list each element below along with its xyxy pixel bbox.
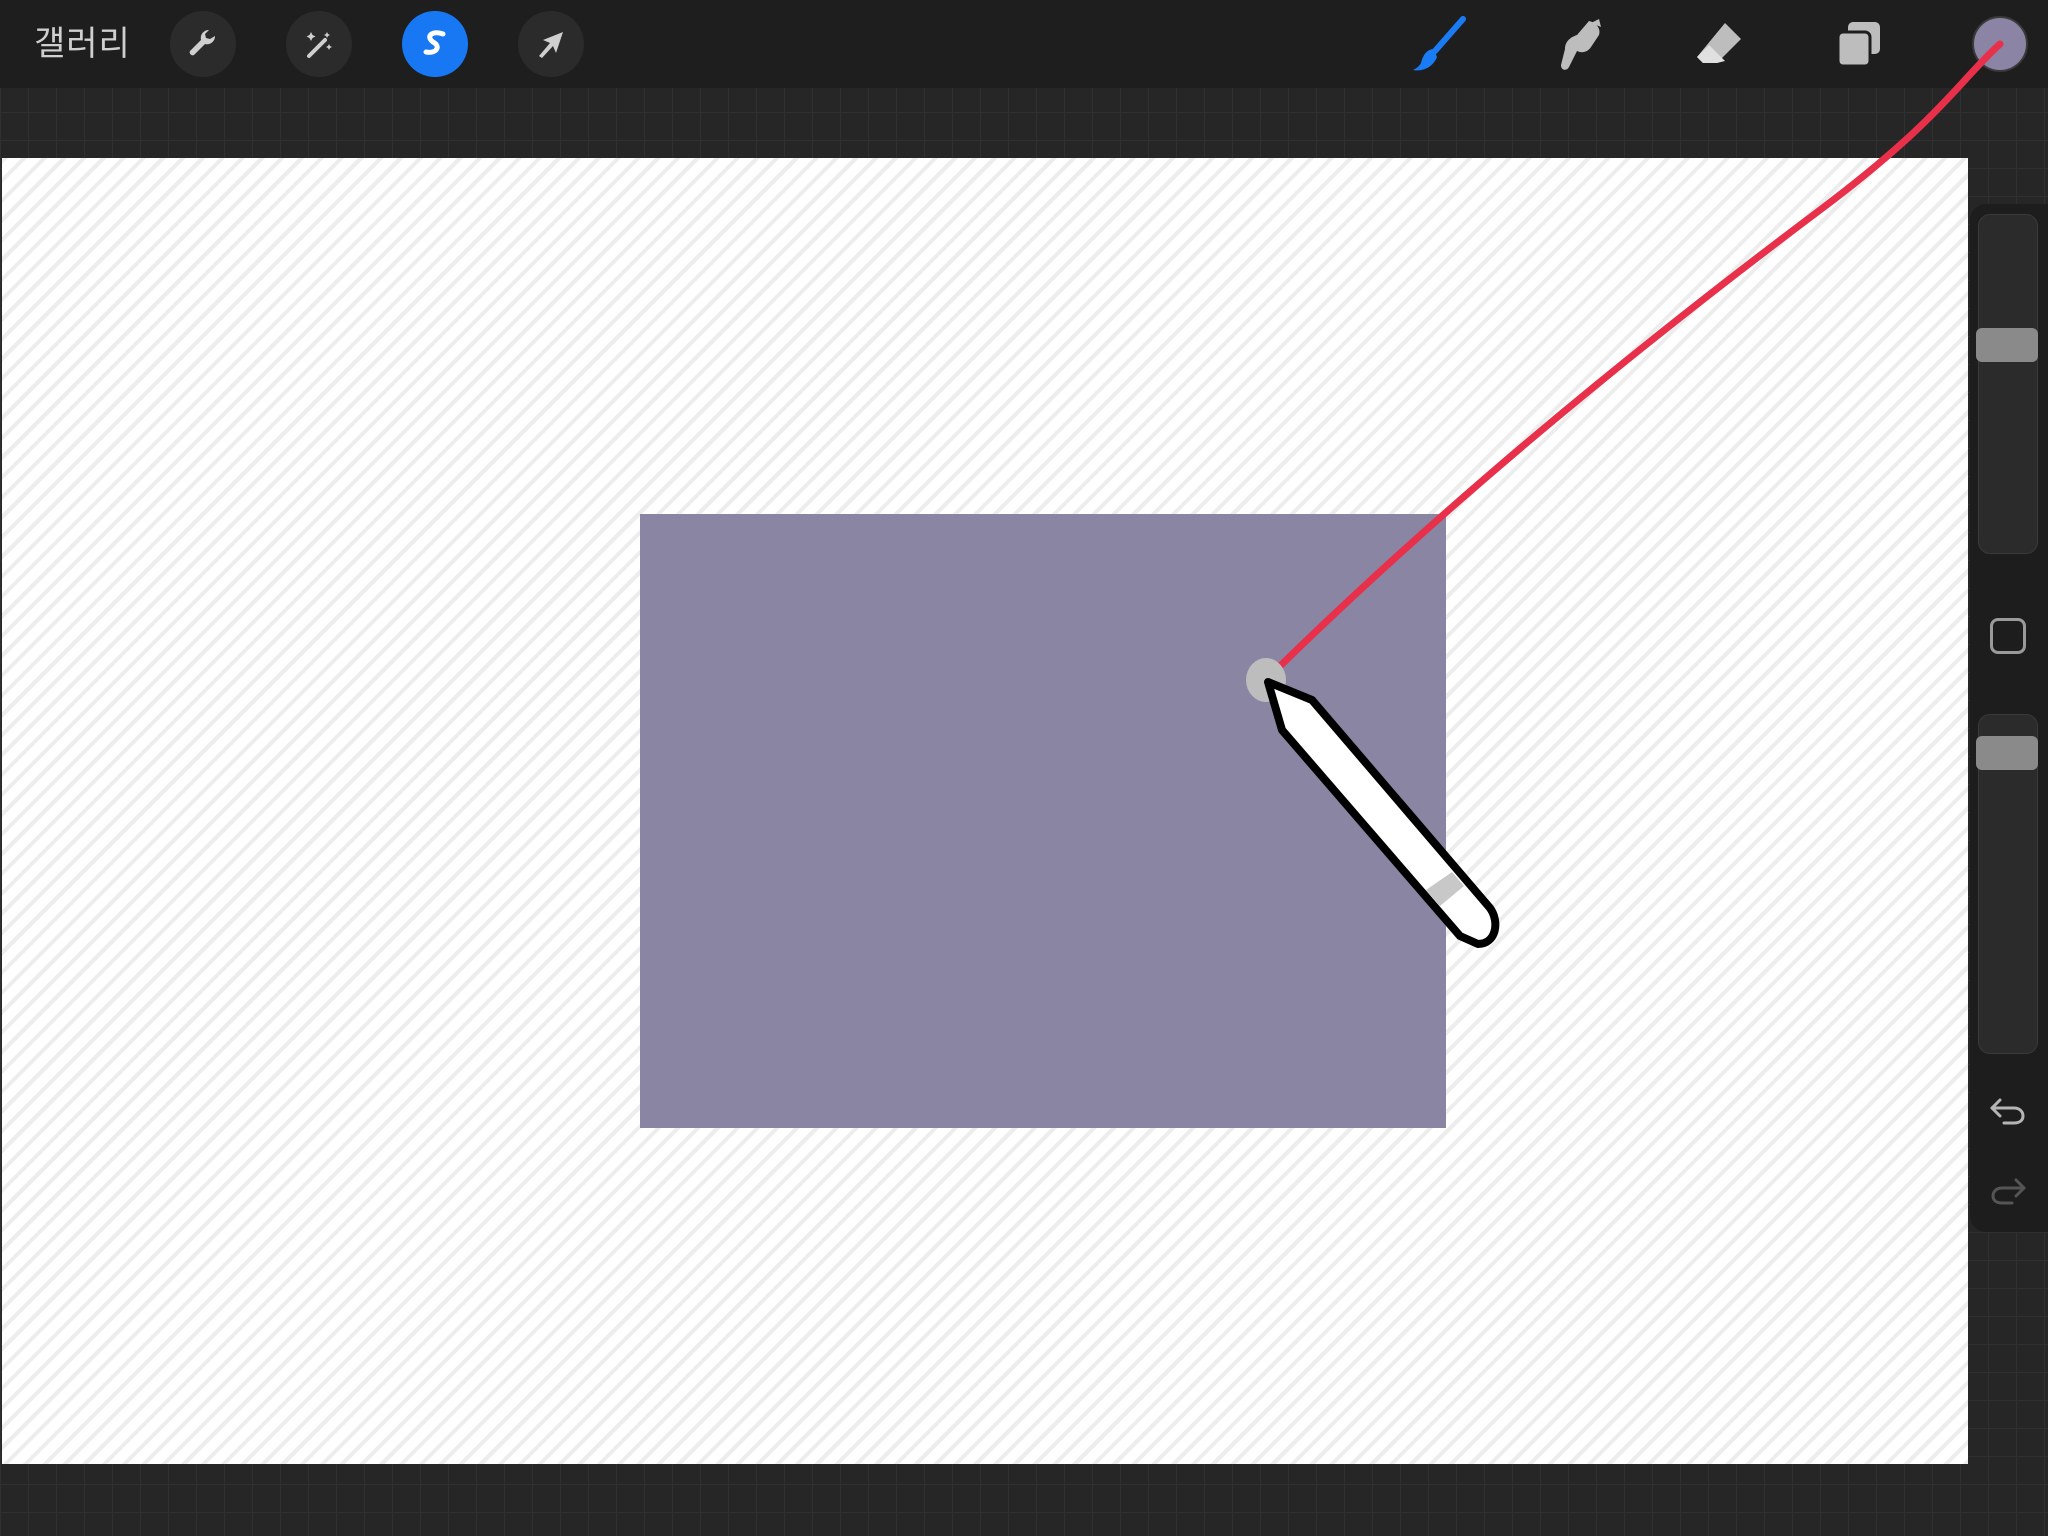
modify-button[interactable] — [1990, 618, 2026, 654]
opacity-slider[interactable] — [1976, 714, 2038, 1054]
selection-button[interactable] — [402, 11, 468, 77]
eraser-icon — [1691, 17, 1747, 73]
brush-button[interactable] — [1406, 12, 1472, 78]
magic-wand-icon — [301, 26, 337, 62]
smudge-icon — [1551, 17, 1607, 73]
side-toolbar — [1970, 204, 2048, 1232]
wrench-icon — [185, 26, 221, 62]
brush-size-slider[interactable] — [1976, 214, 2038, 554]
actions-button[interactable] — [170, 11, 236, 77]
filled-rectangle — [640, 514, 1446, 1128]
brush-icon — [1409, 15, 1469, 75]
smudge-button[interactable] — [1546, 12, 1612, 78]
undo-button[interactable] — [1984, 1088, 2032, 1136]
adjustments-button[interactable] — [286, 11, 352, 77]
top-toolbar: 갤러리 — [0, 0, 2048, 88]
redo-icon — [1988, 1170, 2028, 1214]
layers-icon — [1832, 18, 1886, 72]
layers-button[interactable] — [1826, 12, 1892, 78]
selection-s-icon — [415, 24, 455, 64]
transform-button[interactable] — [518, 11, 584, 77]
opacity-thumb[interactable] — [1976, 736, 2038, 771]
color-picker-button[interactable] — [1972, 16, 2028, 72]
gallery-button[interactable]: 갤러리 — [34, 18, 131, 70]
drawing-canvas[interactable] — [2, 158, 1968, 1464]
brush-size-thumb[interactable] — [1976, 328, 2038, 363]
undo-icon — [1988, 1090, 2028, 1134]
arrow-cursor-icon — [533, 26, 569, 62]
redo-button[interactable] — [1984, 1168, 2032, 1216]
eraser-button[interactable] — [1686, 12, 1752, 78]
